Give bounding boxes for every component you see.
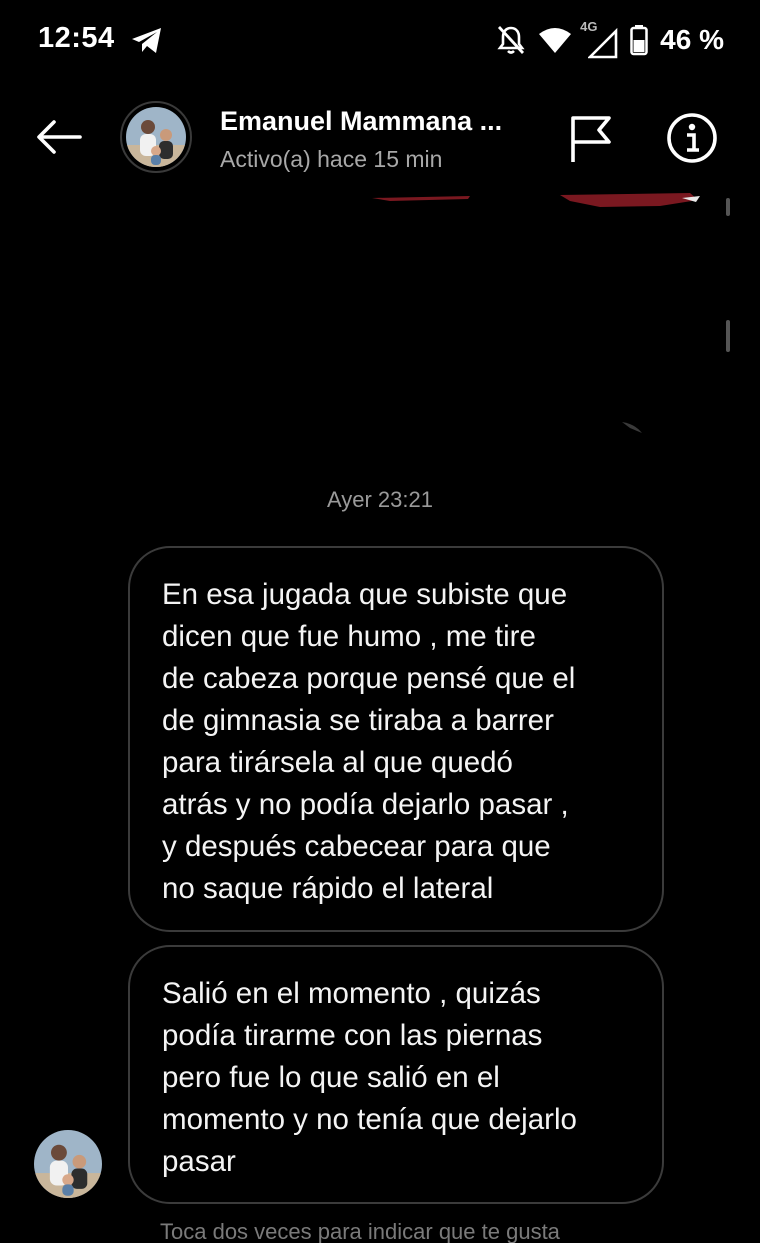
double-tap-like-hint: Toca dos veces para indicar que te gusta [160,1219,560,1243]
message-timestamp: Ayer 23:21 [326,487,433,512]
message-line: de gimnasia se tiraba a barrer [162,704,554,737]
message-line: de cabeza porque pensé que el [162,662,576,695]
battery-icon [630,25,648,56]
contact-activity-status: Activo(a) hace 15 min [220,146,443,172]
message-line: atrás y no podía dejarlo pasar , [162,788,569,821]
status-bar: 12:54 4G 46 % [0,0,760,80]
message-line: En esa jugada que subiste que [162,578,568,611]
message-bubble[interactable]: Salió en el momento , quizás podía tirar… [128,945,664,1204]
message-line: y después cabecear para que [162,830,551,863]
scroll-indicator [726,320,730,352]
info-icon[interactable] [666,112,718,164]
message-line: no saque rápido el lateral [162,872,494,905]
battery-percentage: 46 % [660,24,724,55]
signal-group: 4G [580,19,618,59]
message-line: para tirársela al que quedó [162,746,513,779]
shared-media-remnant[interactable] [360,192,720,442]
message-line: Salió en el momento , quizás [162,977,541,1010]
status-time: 12:54 [38,22,115,54]
sender-avatar[interactable] [34,1130,102,1198]
telegram-icon [132,28,161,53]
scroll-indicator-top [726,198,730,216]
message-line: momento y no tenía que dejarlo [162,1103,577,1136]
contact-name[interactable]: Emanuel Mammana ... [220,106,502,137]
back-arrow-icon[interactable] [34,117,84,157]
message-line: pero fue lo que salió en el [162,1061,500,1094]
conversation-header: Emanuel Mammana ... Activo(a) hace 15 mi… [0,90,760,190]
mute-icon [497,26,525,54]
dm-conversation-screen: 12:54 4G 46 % Emanuel Mammana ... Activo… [0,0,760,1243]
wifi-icon [539,28,572,53]
flag-icon[interactable] [568,114,614,164]
avatar-photo [126,107,186,167]
status-icons: 4G 46 % [496,19,724,59]
message-bubble[interactable]: En esa jugada que subiste que dicen que … [128,546,664,932]
message-line: podía tirarme con las piernas [162,1019,543,1052]
contact-avatar[interactable] [120,101,192,173]
signal-icon [588,27,618,59]
message-line: dicen que fue humo , me tire [162,620,536,653]
message-line: pasar [162,1145,236,1178]
